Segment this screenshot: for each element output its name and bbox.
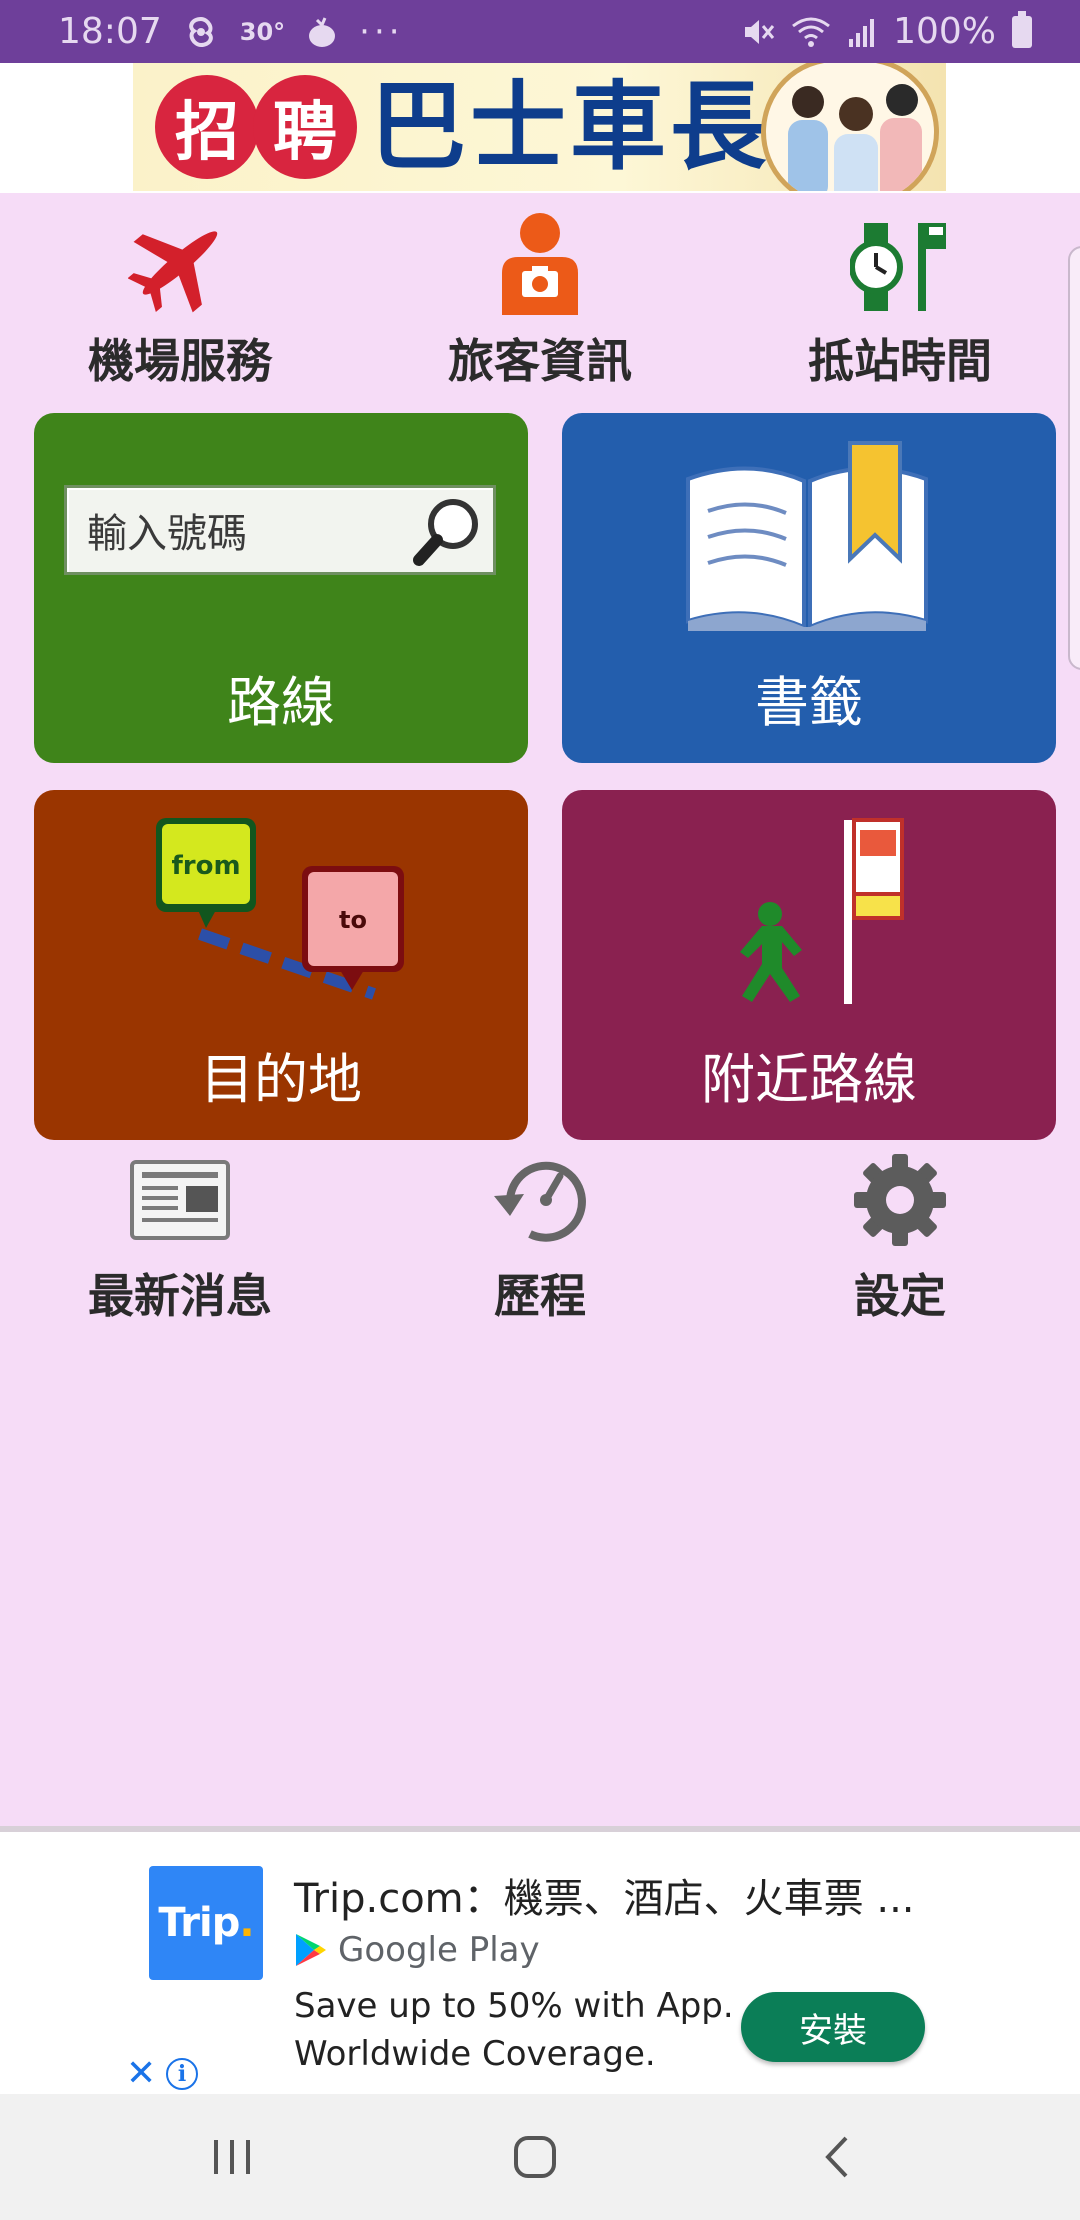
battery-percent: 100% (893, 11, 996, 52)
ad-description: Save up to 50% with App. Worldwide Cover… (294, 1982, 734, 2078)
wifi-icon (792, 17, 830, 47)
fruit-icon (309, 16, 336, 47)
nearby-routes-label: 附近路線 (701, 1048, 917, 1111)
walker-bus-stop-icon (740, 818, 904, 1004)
watch-bus-stop-icon (850, 223, 946, 311)
mute-icon (745, 19, 775, 44)
google-play-badge: Google Play (294, 1930, 540, 1970)
weather-swirl-icon (188, 16, 213, 47)
trip-logo-text: Trip (158, 1900, 240, 1946)
banner-area: 招 聘 巴士車長 (0, 63, 1080, 193)
open-book-icon (686, 441, 928, 631)
route-label: 路線 (227, 671, 335, 734)
destination-tile[interactable]: from to 目的地 (34, 790, 528, 1140)
from-to-icon: from to (156, 818, 404, 1000)
recent-apps-icon[interactable] (210, 2134, 258, 2180)
install-button[interactable]: 安裝 (741, 1992, 925, 2062)
history-label: 歷程 (494, 1269, 586, 1323)
traveler-info-button[interactable]: 旅客資訊 (390, 205, 690, 391)
ad-close-icon[interactable]: ✕ (126, 2056, 156, 2092)
banner-photo (761, 63, 939, 191)
ad-title: Trip.com：機票、酒店、火車票 ... (294, 1876, 915, 1922)
status-temperature: 30° (239, 17, 286, 46)
magnifier-icon (413, 499, 478, 566)
arrival-time-button[interactable]: 抵站時間 (750, 205, 1050, 391)
navigation-bar (0, 2094, 1080, 2220)
recruit-banner[interactable]: 招 聘 巴士車長 (133, 63, 946, 191)
status-bar: 18:07 30° ··· 100% (0, 0, 1080, 63)
to-text: to (339, 906, 367, 934)
history-clock-icon (494, 1161, 586, 1242)
side-panel-handle[interactable] (1068, 246, 1080, 670)
ad-line-1: Save up to 50% with App. (294, 1986, 734, 2026)
ad-line-2: Worldwide Coverage. (294, 2034, 656, 2074)
airport-service-button[interactable]: 機場服務 (30, 205, 330, 391)
gear-icon (854, 1154, 946, 1246)
banner-char-2: 聘 (253, 75, 357, 179)
settings-button[interactable]: 設定 (750, 1150, 1050, 1326)
history-button[interactable]: 歷程 (390, 1150, 690, 1326)
status-time: 18:07 (58, 11, 162, 52)
airport-service-label: 機場服務 (88, 334, 272, 388)
from-text: from (171, 851, 240, 881)
ad-info-icon[interactable]: i (166, 2058, 198, 2090)
bookmark-tile[interactable]: 書籤 (562, 413, 1056, 763)
trip-logo: Trip. (149, 1866, 263, 1980)
destination-label: 目的地 (200, 1048, 362, 1111)
banner-main-text: 巴士車長 (370, 71, 770, 183)
home-icon[interactable] (512, 2134, 558, 2180)
arrival-time-label: 抵站時間 (808, 334, 992, 388)
bookmark-label: 書籤 (755, 671, 863, 734)
banner-char-1: 招 (155, 75, 259, 179)
airplane-icon (128, 231, 218, 313)
route-number-placeholder: 輸入號碼 (87, 511, 247, 557)
settings-label: 設定 (854, 1269, 946, 1323)
google-play-icon (296, 1934, 326, 1966)
trip-logo-dot: . (239, 1900, 254, 1946)
news-label: 最新消息 (88, 1269, 272, 1323)
newspaper-icon (130, 1160, 230, 1240)
news-button[interactable]: 最新消息 (30, 1150, 330, 1326)
route-number-input[interactable]: 輸入號碼 (64, 485, 496, 575)
battery-icon (1012, 10, 1032, 48)
nearby-routes-tile[interactable]: 附近路線 (562, 790, 1056, 1140)
traveler-camera-icon (502, 213, 578, 315)
back-icon[interactable] (820, 2134, 854, 2180)
route-tile[interactable]: 輸入號碼 路線 (34, 413, 528, 763)
google-play-text: Google Play (338, 1930, 540, 1970)
ad-banner[interactable]: Trip. Trip.com：機票、酒店、火車票 ... Google Play… (0, 1826, 1080, 2094)
signal-icon (849, 18, 875, 47)
status-more: ··· (359, 11, 404, 52)
traveler-info-label: 旅客資訊 (448, 334, 632, 388)
